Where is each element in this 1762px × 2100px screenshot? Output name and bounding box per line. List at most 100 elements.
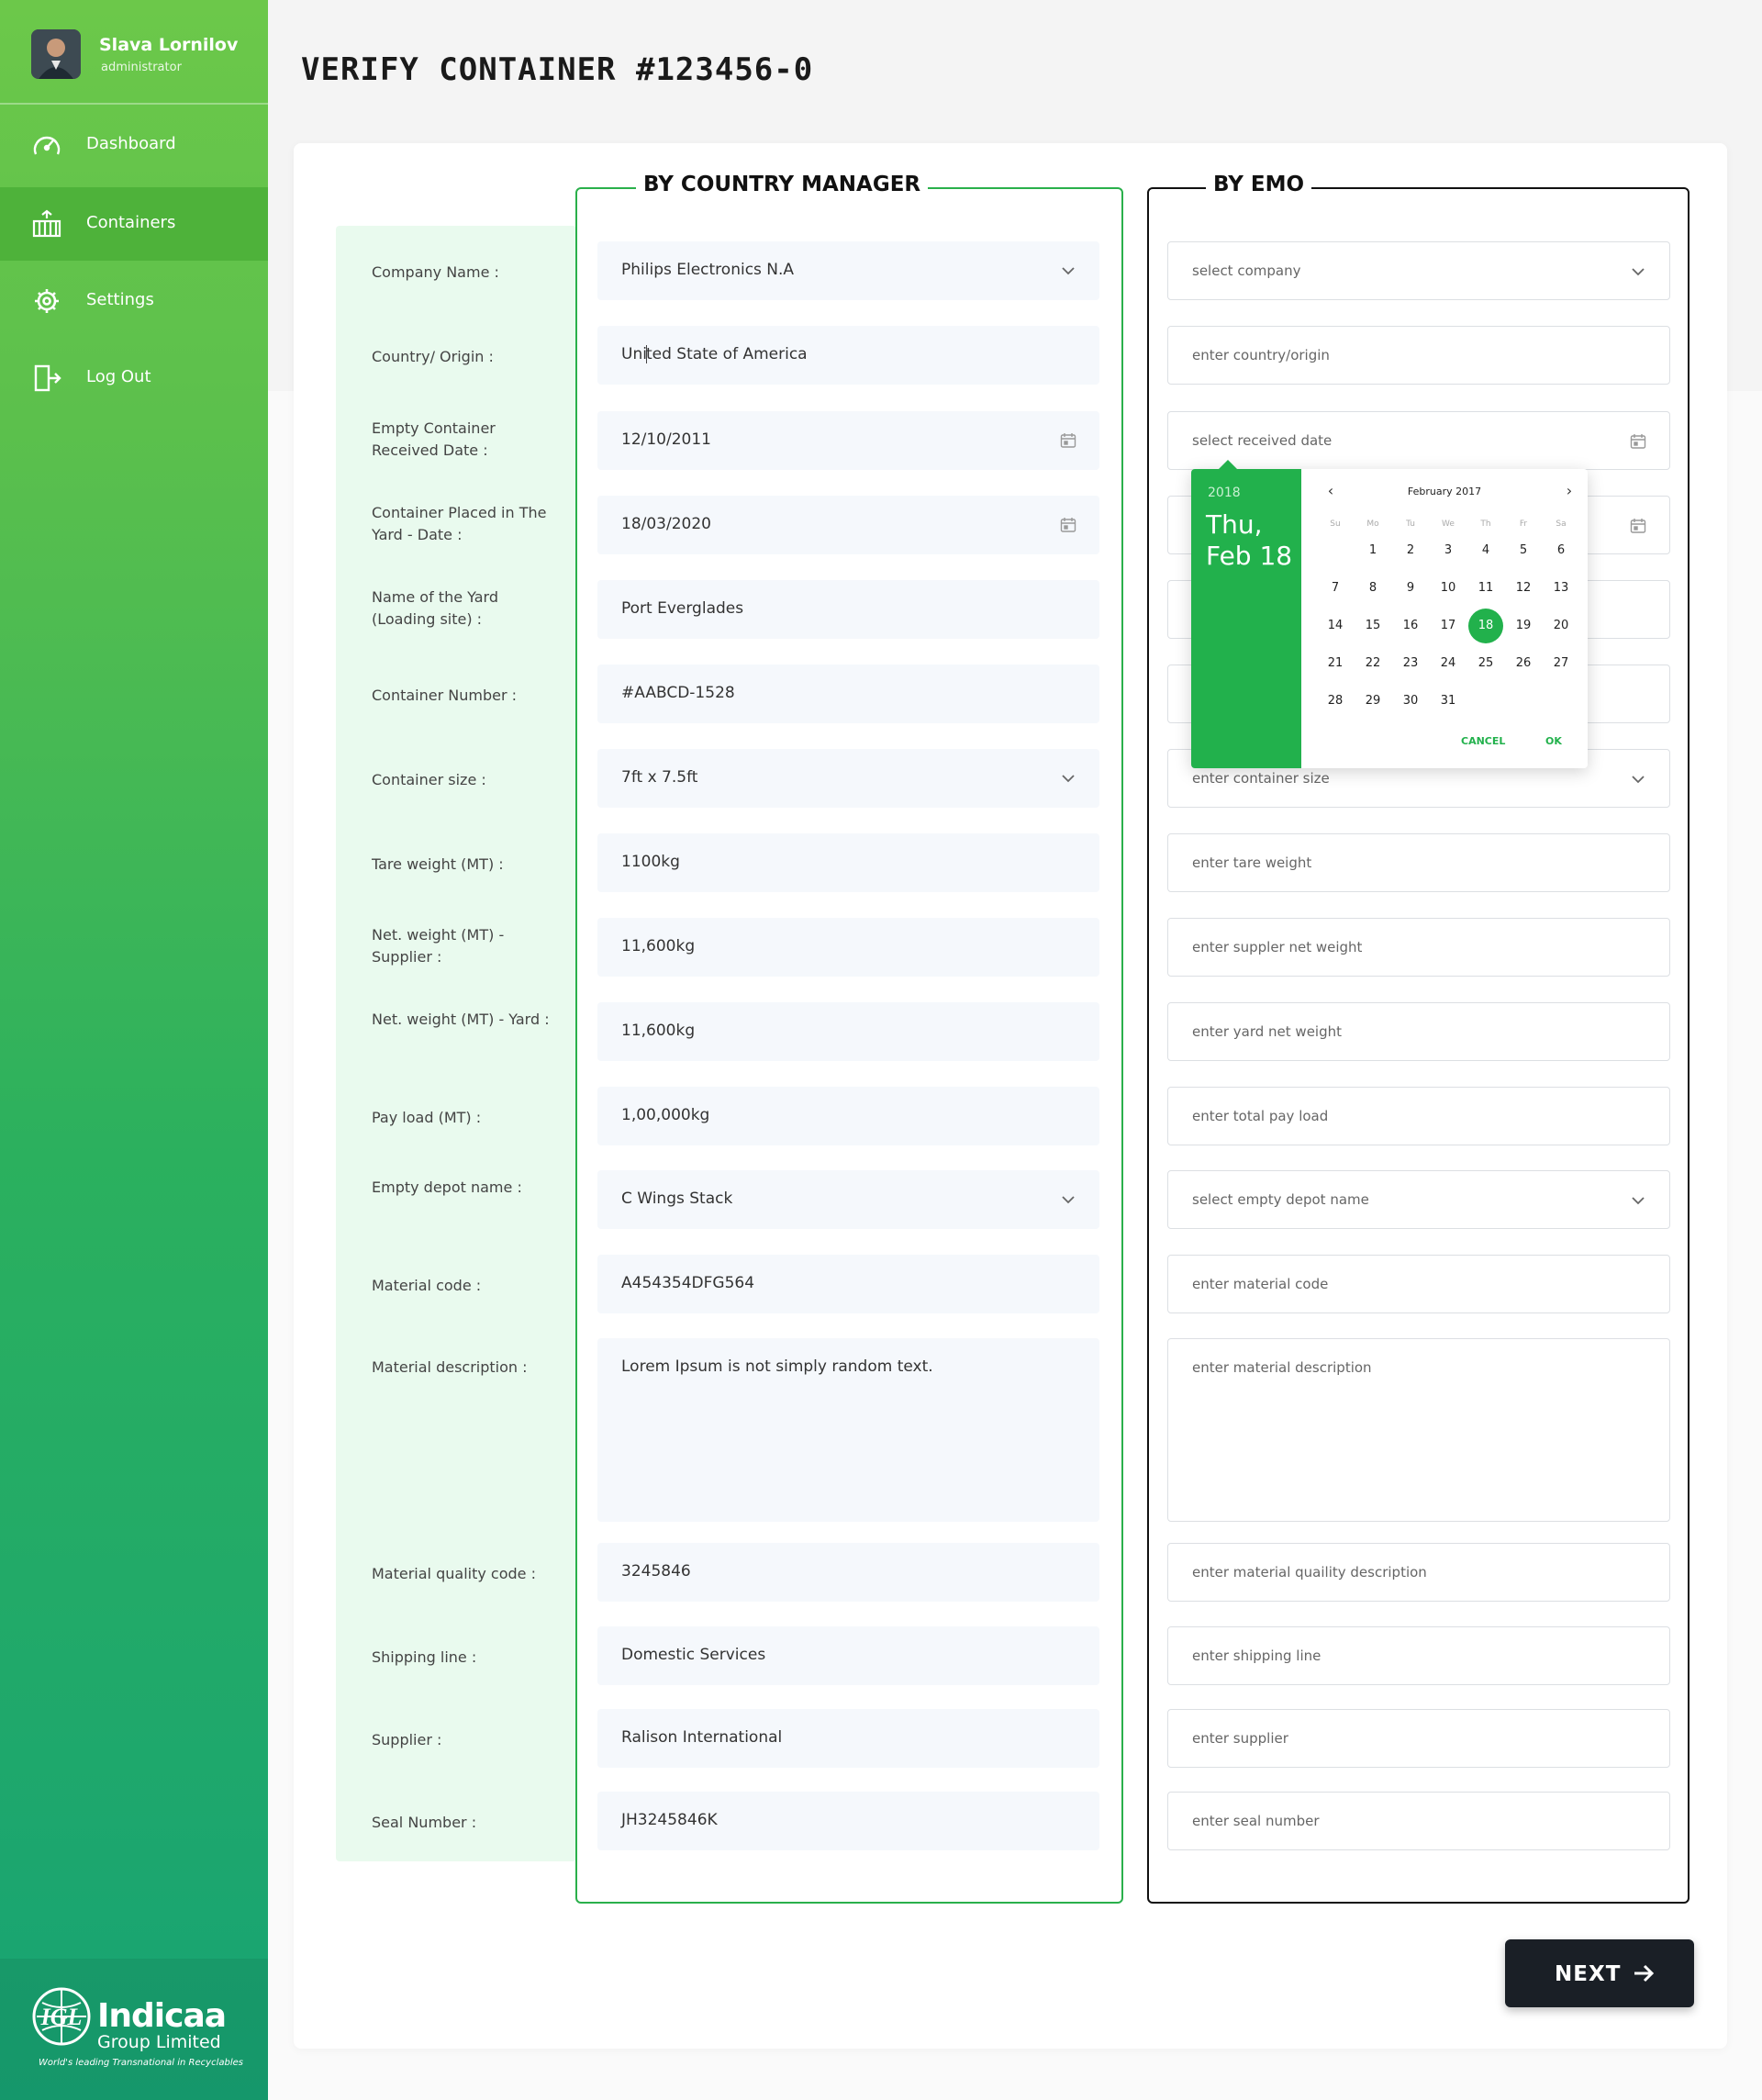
emo-input[interactable]: enter supplier — [1167, 1709, 1670, 1768]
emo-input[interactable]: enter suppler net weight — [1167, 918, 1670, 977]
chevron-down-icon[interactable] — [1629, 1191, 1647, 1210]
calendar-day[interactable]: 3 — [1431, 533, 1466, 568]
emo-date-field[interactable]: select received date — [1167, 411, 1670, 470]
sidebar-item-settings[interactable]: Settings — [0, 264, 268, 338]
calendar-day[interactable]: 20 — [1544, 609, 1578, 643]
arrow-right-icon — [1634, 1964, 1655, 1983]
calendar-day[interactable]: 9 — [1393, 571, 1428, 606]
country-manager-input[interactable]: JH3245846K — [597, 1792, 1099, 1850]
calendar-day[interactable]: 14 — [1318, 609, 1353, 643]
calendar-day[interactable]: 1 — [1355, 533, 1390, 568]
field-placeholder: enter seal number — [1192, 1813, 1320, 1829]
country-manager-input[interactable]: 1100kg — [597, 833, 1099, 892]
logout-icon — [34, 364, 61, 392]
emo-select[interactable]: select company — [1167, 241, 1670, 300]
country-manager-input[interactable]: Domestic Services — [597, 1626, 1099, 1685]
calendar-day-selected[interactable]: 18 — [1468, 609, 1503, 643]
calendar-day[interactable]: 19 — [1506, 609, 1541, 643]
calendar-day[interactable]: 21 — [1318, 646, 1353, 681]
calendar-day[interactable]: 15 — [1355, 609, 1390, 643]
country-manager-input[interactable]: Ralison International — [597, 1709, 1099, 1768]
emo-select[interactable]: select empty depot name — [1167, 1170, 1670, 1229]
calendar-day[interactable]: 27 — [1544, 646, 1578, 681]
country-manager-input[interactable]: Port Everglades — [597, 580, 1099, 639]
calendar-icon[interactable] — [1059, 431, 1077, 450]
sidebar-item-containers[interactable]: Containers — [0, 187, 268, 261]
field-label: Container Number : — [372, 687, 518, 704]
emo-input[interactable]: enter tare weight — [1167, 833, 1670, 892]
field-label: Container size : — [372, 771, 486, 788]
user-role: administrator — [101, 61, 182, 74]
calendar-icon[interactable] — [1629, 432, 1647, 451]
calendar-day[interactable]: 28 — [1318, 684, 1353, 719]
calendar-day[interactable]: 5 — [1506, 533, 1541, 568]
emo-input[interactable]: enter material code — [1167, 1255, 1670, 1313]
chevron-down-icon[interactable] — [1059, 1190, 1077, 1209]
calendar-day[interactable]: 22 — [1355, 646, 1390, 681]
date-picker-ok-button[interactable]: OK — [1545, 735, 1562, 747]
emo-input[interactable]: enter total pay load — [1167, 1087, 1670, 1145]
weekday-header: We — [1442, 519, 1455, 529]
country-manager-date-field[interactable]: 12/10/2011 — [597, 411, 1099, 470]
calendar-day[interactable]: 13 — [1544, 571, 1578, 606]
country-manager-select[interactable]: Philips Electronics N.A — [597, 241, 1099, 300]
country-manager-input[interactable]: A454354DFG564 — [597, 1255, 1099, 1313]
calendar-day[interactable]: 31 — [1431, 684, 1466, 719]
calendar-day[interactable]: 17 — [1431, 609, 1466, 643]
calendar-day[interactable]: 4 — [1468, 533, 1503, 568]
emo-input[interactable]: enter material quaility description — [1167, 1543, 1670, 1602]
calendar-day[interactable]: 8 — [1355, 571, 1390, 606]
country-manager-input[interactable]: #AABCD-1528 — [597, 665, 1099, 723]
chevron-down-icon[interactable] — [1629, 770, 1647, 788]
field-value: Philips Electronics N.A — [621, 261, 795, 279]
weekday-header: Su — [1330, 519, 1341, 529]
gear-icon — [35, 289, 59, 313]
calendar-day[interactable]: 26 — [1506, 646, 1541, 681]
calendar-day[interactable]: 6 — [1544, 533, 1578, 568]
calendar-day[interactable]: 23 — [1393, 646, 1428, 681]
user-profile[interactable]: Slava Lornilov administrator — [0, 0, 268, 105]
field-placeholder: enter material description — [1192, 1359, 1372, 1376]
field-label: Country/ Origin : — [372, 348, 494, 365]
sidebar-item-label: Log Out — [86, 367, 151, 386]
country-manager-input[interactable]: 11,600kg — [597, 918, 1099, 977]
emo-input[interactable]: enter country/origin — [1167, 326, 1670, 385]
date-picker-year[interactable]: 2018 — [1208, 486, 1241, 500]
date-picker-cancel-button[interactable]: CANCEL — [1461, 735, 1505, 747]
emo-input[interactable]: enter shipping line — [1167, 1626, 1670, 1685]
calendar-day[interactable]: 7 — [1318, 571, 1353, 606]
field-value: C Wings Stack — [621, 1190, 733, 1208]
calendar-icon[interactable] — [1629, 517, 1647, 535]
calendar-day[interactable]: 29 — [1355, 684, 1390, 719]
calendar-day[interactable]: 12 — [1506, 571, 1541, 606]
calendar-day[interactable]: 25 — [1468, 646, 1503, 681]
country-manager-select[interactable]: 7ft x 7.5ft — [597, 749, 1099, 808]
sidebar-item-dashboard[interactable]: Dashboard — [0, 108, 268, 182]
country-manager-input[interactable]: 3245846 — [597, 1543, 1099, 1602]
calendar-day[interactable]: 24 — [1431, 646, 1466, 681]
country-manager-input[interactable]: 1,00,000kg — [597, 1087, 1099, 1145]
emo-input[interactable]: enter yard net weight — [1167, 1002, 1670, 1061]
calendar-icon[interactable] — [1059, 516, 1077, 534]
chevron-right-icon[interactable]: › — [1560, 482, 1578, 500]
country-manager-input[interactable]: 11,600kg — [597, 1002, 1099, 1061]
emo-input[interactable]: enter seal number — [1167, 1792, 1670, 1850]
country-manager-select[interactable]: C Wings Stack — [597, 1170, 1099, 1229]
country-manager-textarea[interactable]: Lorem Ipsum is not simply random text. — [597, 1338, 1099, 1522]
calendar-day[interactable]: 30 — [1393, 684, 1428, 719]
country-manager-input[interactable]: United State of America — [597, 326, 1099, 385]
calendar-day[interactable]: 16 — [1393, 609, 1428, 643]
chevron-down-icon[interactable] — [1059, 262, 1077, 280]
chevron-down-icon[interactable] — [1059, 769, 1077, 788]
sidebar-item-logout[interactable]: Log Out — [0, 341, 268, 415]
sidebar-item-label: Containers — [86, 213, 176, 232]
calendar-day[interactable]: 2 — [1393, 533, 1428, 568]
chevron-down-icon[interactable] — [1629, 262, 1647, 281]
field-value: 12/10/2011 — [621, 430, 711, 449]
date-picker-selected-date: Thu, Feb 18 — [1206, 509, 1292, 572]
calendar-day[interactable]: 11 — [1468, 571, 1503, 606]
calendar-day[interactable]: 10 — [1431, 571, 1466, 606]
next-button[interactable]: NEXT — [1505, 1939, 1694, 2007]
country-manager-date-field[interactable]: 18/03/2020 — [597, 496, 1099, 554]
emo-textarea[interactable]: enter material description — [1167, 1338, 1670, 1522]
